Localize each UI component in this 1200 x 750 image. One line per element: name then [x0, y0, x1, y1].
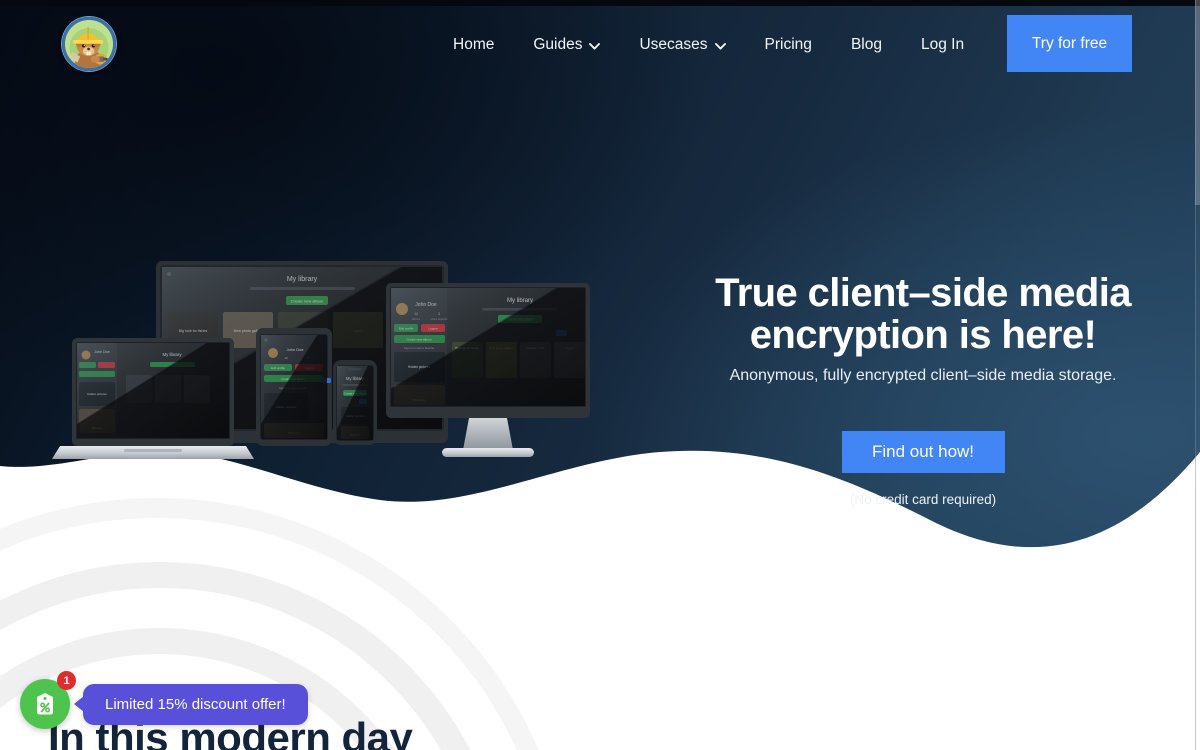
- device-mockup-illustration: My library Create new album Big hole for…: [50, 250, 610, 485]
- offer-widget: 1 Limited 15% discount offer!: [20, 671, 308, 729]
- nav-item-usecases[interactable]: Usecases: [626, 33, 738, 57]
- nav-item-pricing[interactable]: Pricing: [752, 33, 825, 57]
- hero-title-line-1: True client–side media: [715, 271, 1131, 315]
- hero-subtitle: Anonymous, fully encrypted client–side m…: [729, 367, 1117, 384]
- nav-item-login[interactable]: Log In: [908, 33, 977, 57]
- nav-item-guides[interactable]: Guides: [520, 33, 613, 57]
- beaver-mascot-icon: [65, 20, 113, 68]
- hero-title: True client–side media encryption is her…: [676, 272, 1170, 356]
- nav-item-blog[interactable]: Blog: [838, 33, 895, 57]
- find-out-how-button[interactable]: Find out how!: [841, 431, 1005, 473]
- nav-item-label: Log In: [920, 36, 965, 53]
- try-for-free-button[interactable]: Try for free: [1007, 15, 1132, 72]
- offer-launcher-button[interactable]: 1: [20, 671, 76, 729]
- chevron-down-icon: [589, 42, 601, 50]
- site-logo[interactable]: [62, 17, 116, 71]
- nav-links: Home Guides Usecases Pricing Blog Log In: [440, 33, 977, 57]
- nav-item-label: Home: [453, 36, 495, 53]
- main-navbar: Home Guides Usecases Pricing Blog Log In…: [0, 0, 1200, 90]
- nav-item-label: Usecases: [639, 36, 708, 53]
- offer-badge-count: 1: [57, 671, 76, 690]
- offer-message-bubble[interactable]: Limited 15% discount offer!: [74, 683, 308, 725]
- landing-page: In this modern day True client–side medi…: [0, 0, 1200, 750]
- nav-item-label: Blog: [850, 36, 882, 53]
- nav-item-label: Guides: [533, 36, 583, 53]
- chevron-down-icon: [714, 42, 726, 50]
- hero-title-line-2: encryption is here!: [749, 313, 1097, 357]
- page-scrollbar-thumb[interactable]: [1195, 0, 1200, 205]
- discount-tag-icon: [37, 693, 53, 715]
- hero-content: True client–side media encryption is her…: [676, 272, 1170, 507]
- hero-note: (No credit card required): [849, 492, 997, 507]
- nav-item-home[interactable]: Home: [440, 33, 507, 57]
- nav-item-label: Pricing: [764, 36, 812, 53]
